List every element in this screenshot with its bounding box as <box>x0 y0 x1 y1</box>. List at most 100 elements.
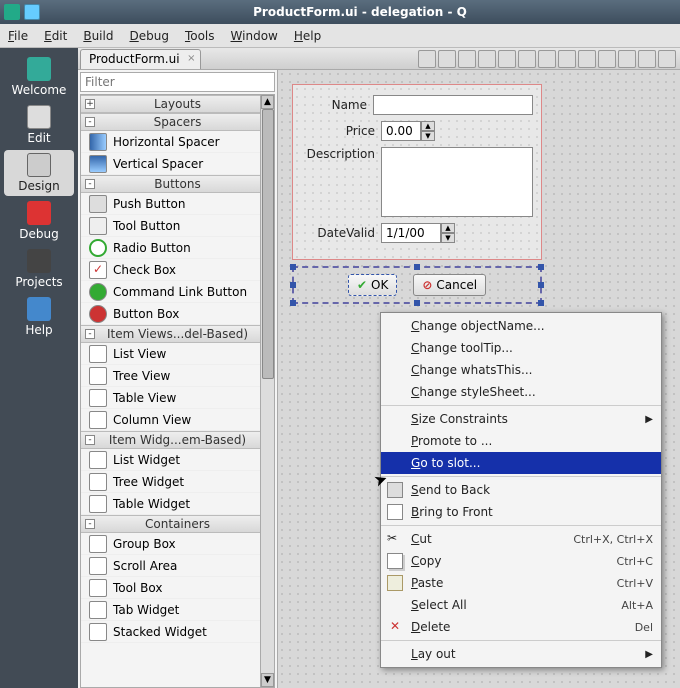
price-field[interactable] <box>381 121 421 141</box>
widget-item[interactable]: Horizontal Spacer <box>81 131 274 153</box>
menu-tools[interactable]: Tools <box>185 29 215 43</box>
widget-item[interactable]: Vertical Spacer <box>81 153 274 175</box>
tool-btn[interactable] <box>498 50 516 68</box>
expand-icon[interactable]: - <box>85 519 95 529</box>
menu-item[interactable]: Change styleSheet... <box>381 381 661 403</box>
menu-item[interactable]: CutCtrl+X, Ctrl+X <box>381 528 661 550</box>
widget-item[interactable]: Tree Widget <box>81 471 274 493</box>
tab-productform[interactable]: ProductForm.ui × <box>80 49 201 69</box>
tool-btn[interactable] <box>418 50 436 68</box>
category-header[interactable]: -Item Widg...em-Based) <box>81 431 274 449</box>
resize-handle[interactable] <box>538 300 544 306</box>
resize-handle[interactable] <box>538 264 544 270</box>
mode-welcome[interactable]: Welcome <box>4 54 74 100</box>
tool-btn[interactable] <box>578 50 596 68</box>
widget-item[interactable]: Radio Button <box>81 237 274 259</box>
menu-item[interactable]: Change whatsThis... <box>381 359 661 381</box>
widget-item[interactable]: Push Button <box>81 193 274 215</box>
tool-btn[interactable] <box>518 50 536 68</box>
widget-item[interactable]: Tool Box <box>81 577 274 599</box>
resize-handle[interactable] <box>414 300 420 306</box>
widget-item[interactable]: Column View <box>81 409 274 431</box>
tool-btn[interactable] <box>438 50 456 68</box>
menu-file[interactable]: File <box>8 29 28 43</box>
menu-edit[interactable]: Edit <box>44 29 67 43</box>
widget-item[interactable]: Group Box <box>81 533 274 555</box>
scrollbar[interactable]: ▲ ▼ <box>260 95 274 687</box>
tool-btn[interactable] <box>598 50 616 68</box>
menu-item[interactable]: Change toolTip... <box>381 337 661 359</box>
close-icon[interactable]: × <box>187 53 195 64</box>
name-field[interactable] <box>373 95 533 115</box>
widget-item[interactable]: List View <box>81 343 274 365</box>
tool-btn[interactable] <box>538 50 556 68</box>
menu-item[interactable]: Go to slot... <box>381 452 661 474</box>
mode-design[interactable]: Design <box>4 150 74 196</box>
filter-input[interactable] <box>80 72 275 92</box>
scroll-thumb[interactable] <box>262 109 274 379</box>
widget-item[interactable]: List Widget <box>81 449 274 471</box>
tool-btn[interactable] <box>478 50 496 68</box>
scroll-down-icon[interactable]: ▼ <box>261 673 274 687</box>
category-header[interactable]: +Layouts <box>81 95 274 113</box>
menu-item[interactable]: Send to Back <box>381 479 661 501</box>
menu-window[interactable]: Window <box>231 29 278 43</box>
resize-handle[interactable] <box>538 282 544 288</box>
scroll-up-icon[interactable]: ▲ <box>261 95 274 109</box>
resize-handle[interactable] <box>414 264 420 270</box>
spin-down-icon[interactable]: ▼ <box>421 131 435 141</box>
mode-projects[interactable]: Projects <box>4 246 74 292</box>
mode-debug[interactable]: Debug <box>4 198 74 244</box>
expand-icon[interactable]: + <box>85 99 95 109</box>
ok-button[interactable]: ✔OK <box>348 274 397 296</box>
widget-item[interactable]: Button Box <box>81 303 274 325</box>
menu-item[interactable]: Bring to Front <box>381 501 661 523</box>
tool-btn[interactable] <box>458 50 476 68</box>
widget-item[interactable]: Table View <box>81 387 274 409</box>
menu-item[interactable]: Promote to ... <box>381 430 661 452</box>
tool-btn[interactable] <box>618 50 636 68</box>
widget-item[interactable]: Command Link Button <box>81 281 274 303</box>
resize-handle[interactable] <box>290 282 296 288</box>
expand-icon[interactable]: - <box>85 435 95 445</box>
widget-item[interactable]: Tool Button <box>81 215 274 237</box>
widget-item[interactable]: Check Box <box>81 259 274 281</box>
menu-item[interactable]: Size Constraints▶ <box>381 408 661 430</box>
menu-item[interactable]: DeleteDel <box>381 616 661 638</box>
desc-field[interactable] <box>381 147 533 217</box>
widget-item[interactable]: Scroll Area <box>81 555 274 577</box>
spin-up-icon[interactable]: ▲ <box>421 121 435 131</box>
category-header[interactable]: -Item Views...del-Based) <box>81 325 274 343</box>
resize-handle[interactable] <box>290 300 296 306</box>
mode-help[interactable]: Help <box>4 294 74 340</box>
widget-item[interactable]: Tree View <box>81 365 274 387</box>
category-header[interactable]: -Buttons <box>81 175 274 193</box>
spin-down-icon[interactable]: ▼ <box>441 233 455 243</box>
category-header[interactable]: -Containers <box>81 515 274 533</box>
resize-handle[interactable] <box>290 264 296 270</box>
category-header[interactable]: -Spacers <box>81 113 274 131</box>
menu-item[interactable]: PasteCtrl+V <box>381 572 661 594</box>
expand-icon[interactable]: - <box>85 179 95 189</box>
menu-item[interactable]: Lay out▶ <box>381 643 661 665</box>
menu-item[interactable]: Select AllAlt+A <box>381 594 661 616</box>
widget-list[interactable]: +Layouts-SpacersHorizontal SpacerVertica… <box>80 94 275 688</box>
cancel-button[interactable]: ⊘Cancel <box>413 274 486 296</box>
spin-up-icon[interactable]: ▲ <box>441 223 455 233</box>
menu-debug[interactable]: Debug <box>129 29 168 43</box>
menu-item[interactable]: Change objectName... <box>381 315 661 337</box>
tool-btn[interactable] <box>638 50 656 68</box>
tool-btn[interactable] <box>658 50 676 68</box>
tool-btn[interactable] <box>558 50 576 68</box>
widget-item[interactable]: Stacked Widget <box>81 621 274 643</box>
widget-item[interactable]: Tab Widget <box>81 599 274 621</box>
date-field[interactable] <box>381 223 441 243</box>
button-box[interactable]: ✔OK ⊘Cancel <box>292 266 542 304</box>
expand-icon[interactable]: - <box>85 329 95 339</box>
menu-build[interactable]: Build <box>83 29 113 43</box>
menu-help[interactable]: Help <box>294 29 321 43</box>
expand-icon[interactable]: - <box>85 117 95 127</box>
widget-item[interactable]: Table Widget <box>81 493 274 515</box>
mode-edit[interactable]: Edit <box>4 102 74 148</box>
menu-item[interactable]: CopyCtrl+C <box>381 550 661 572</box>
